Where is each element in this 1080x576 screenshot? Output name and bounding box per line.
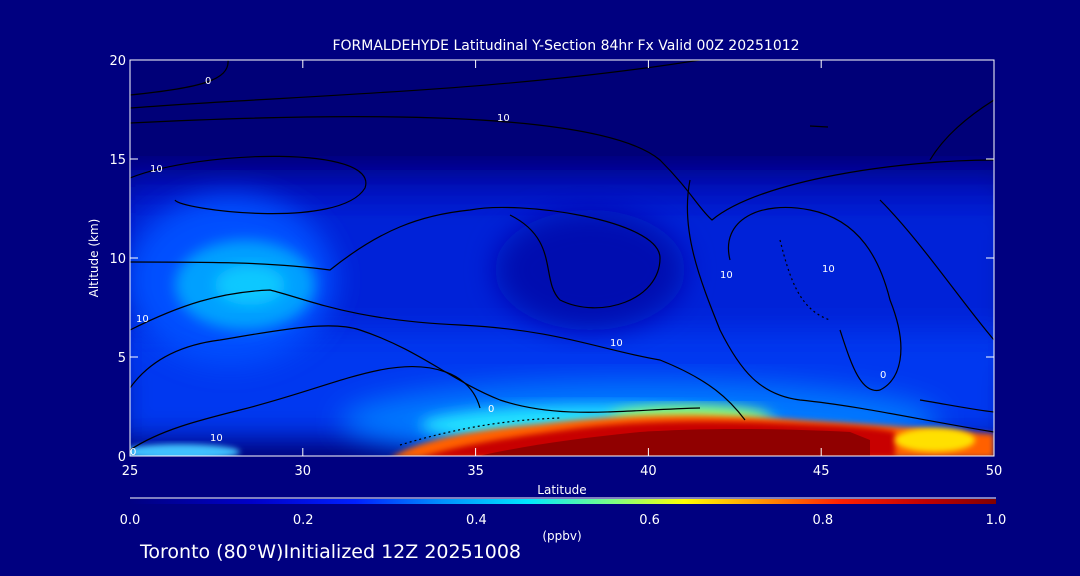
x-tick-label: 25 [122, 464, 139, 479]
contour-label: 10 [210, 433, 223, 444]
x-axis-label: Latitude [537, 483, 586, 497]
y-tick-label: 10 [109, 252, 126, 267]
contour-label: 10 [150, 164, 163, 175]
chart-title: FORMALDEHYDE Latitudinal Y-Section 84hr … [332, 38, 799, 54]
colorbar [130, 499, 996, 504]
contour-label: 0 [205, 76, 211, 87]
y-tick-label: 0 [118, 450, 126, 465]
x-tick-label: 30 [295, 464, 312, 479]
field-dark-pocket [495, 210, 685, 330]
y-tick-label: 15 [109, 153, 126, 168]
y-axis-label: Altitude (km) [87, 219, 101, 298]
x-tick-label: 45 [813, 464, 830, 479]
colorbar-tick-label: 0.2 [293, 513, 314, 528]
x-tick-label: 35 [467, 464, 484, 479]
x-tick-label: 40 [640, 464, 657, 479]
contour-label: 10 [136, 314, 149, 325]
chart-figure: FORMALDEHYDE Latitudinal Y-Section 84hr … [87, 38, 1007, 543]
field-plume-west-center [215, 265, 285, 305]
colorbar-tick-label: 0.6 [639, 513, 660, 528]
colorbar-tick-label: 0.0 [120, 513, 141, 528]
colorbar-unit-label: (ppbv) [542, 529, 581, 543]
contour-label: 10 [497, 113, 510, 124]
contour-label: 10 [610, 338, 623, 349]
y-tick-label: 20 [109, 54, 126, 69]
y-tick-label: 5 [118, 351, 126, 366]
colorbar-tick-label: 0.4 [466, 513, 487, 528]
x-tick-label: 50 [986, 464, 1003, 479]
colorbar-tick-label: 0.8 [812, 513, 833, 528]
colorbar-tick-label: 1.0 [986, 513, 1007, 528]
field-surface-yellow-east [895, 428, 975, 452]
contour-label: 10 [720, 270, 733, 281]
contour-label: 10 [822, 264, 835, 275]
contour-label: 0 [880, 370, 886, 381]
plot-field [130, 60, 994, 456]
colorbar-ticks: 0.0 0.2 0.4 0.6 0.8 1.0 [120, 513, 1007, 528]
field-west-surface [130, 444, 240, 456]
footer-caption: Toronto (80°W)Initialized 12Z 20251008 [140, 541, 522, 563]
contour-label: 0 [488, 404, 494, 415]
